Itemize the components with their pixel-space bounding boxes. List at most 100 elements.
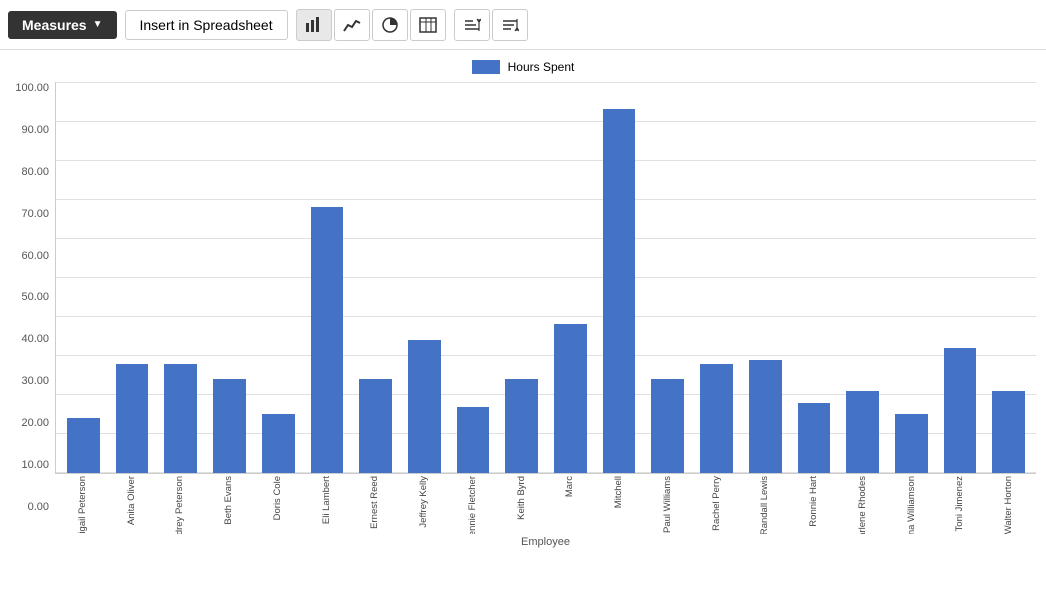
x-labels: Abigail Peterson Anita Oliver Audrey Peter… (55, 474, 1036, 534)
bar-col (450, 82, 497, 473)
x-label-text: Toni Jimenez (954, 476, 965, 531)
x-label-col: Audrey Peterson (157, 474, 204, 534)
sort-asc-button[interactable] (454, 9, 490, 41)
x-label-col: Ronnie Hart (790, 474, 837, 534)
bar[interactable] (603, 109, 636, 473)
y-axis-label: 0.00 (28, 501, 49, 513)
bar-col (596, 82, 643, 473)
bar[interactable] (116, 364, 149, 473)
bars-wrapper (56, 82, 1036, 473)
x-label-text: Abigail Peterson (77, 476, 88, 534)
sort-desc-button[interactable] (492, 9, 528, 41)
x-label-text: Beth Evans (223, 476, 234, 525)
x-label-col: Anita Oliver (108, 474, 155, 534)
bar[interactable] (846, 391, 879, 473)
bar[interactable] (895, 414, 928, 473)
measures-button[interactable]: Measures ▼ (8, 11, 117, 39)
x-label-text: Jeffrey Kelly (418, 476, 429, 528)
x-label-text: Doris Cole (272, 476, 283, 520)
bar-col (304, 82, 351, 473)
x-label-col: Toni Jimenez (937, 474, 984, 534)
sort-group (454, 9, 528, 41)
bar[interactable] (67, 418, 100, 473)
y-axis: 100.0090.0080.0070.0060.0050.0040.0030.0… (10, 82, 55, 548)
bar-col (888, 82, 935, 473)
chart-inner: 100.0090.0080.0070.0060.0050.0040.0030.0… (10, 82, 1036, 548)
bar[interactable] (408, 340, 441, 473)
bar-col (255, 82, 302, 473)
bar-chart-button[interactable] (296, 9, 332, 41)
bar[interactable] (457, 407, 490, 473)
bar[interactable] (992, 391, 1025, 473)
bar-col (352, 82, 399, 473)
legend-label: Hours Spent (508, 60, 575, 74)
chart-body: Abigail Peterson Anita Oliver Audrey Peter… (55, 82, 1036, 548)
x-label-text: Tina Williamson (906, 476, 917, 534)
bar-col (693, 82, 740, 473)
x-label-text: Anita Oliver (126, 476, 137, 525)
x-label-text: Jennie Fletcher (467, 476, 478, 534)
x-label-text: Sharlene Rhodes (857, 476, 868, 534)
y-axis-label: 10.00 (21, 459, 49, 471)
bar-col (985, 82, 1032, 473)
bar[interactable] (164, 364, 197, 473)
x-label-text: Rachel Perry (711, 476, 722, 531)
bar[interactable] (651, 379, 684, 473)
x-label-text: Audrey Peterson (174, 476, 185, 534)
x-label-text: Mitchell (613, 476, 624, 508)
bar[interactable] (505, 379, 538, 473)
x-label-col: Abigail Peterson (59, 474, 106, 534)
table-button[interactable] (410, 9, 446, 41)
bar[interactable] (749, 360, 782, 473)
y-axis-label: 20.00 (21, 417, 49, 429)
y-axis-label: 50.00 (21, 291, 49, 303)
bar[interactable] (359, 379, 392, 473)
chart-container: Hours Spent 100.0090.0080.0070.0060.0050… (0, 50, 1046, 616)
insert-spreadsheet-button[interactable]: Insert in Spreadsheet (125, 10, 288, 40)
bar-col (791, 82, 838, 473)
bar-col (547, 82, 594, 473)
bar-col (742, 82, 789, 473)
bar-col (401, 82, 448, 473)
bar[interactable] (554, 324, 587, 473)
sort-asc-icon (463, 17, 481, 33)
y-axis-label: 80.00 (21, 166, 49, 178)
bar-col (60, 82, 107, 473)
bar-col (498, 82, 545, 473)
bar[interactable] (311, 207, 344, 473)
x-label-col: Mitchell (595, 474, 642, 534)
x-label-col: Marc (547, 474, 594, 534)
bar[interactable] (262, 414, 295, 473)
x-label-col: Eli Lambert (303, 474, 350, 534)
x-label-col: Doris Cole (254, 474, 301, 534)
bar-col (937, 82, 984, 473)
x-label-col: Randall Lewis (742, 474, 789, 534)
x-label-text: Ronnie Hart (808, 476, 819, 527)
bar[interactable] (798, 403, 831, 473)
legend-color-swatch (472, 60, 500, 74)
line-chart-button[interactable] (334, 9, 370, 41)
x-label-text: Eli Lambert (321, 476, 332, 524)
x-label-col: Walter Horton (985, 474, 1032, 534)
bar-col (206, 82, 253, 473)
bar[interactable] (944, 348, 977, 473)
bar[interactable] (700, 364, 733, 473)
x-label-col: Jeffrey Kelly (400, 474, 447, 534)
bar-col (157, 82, 204, 473)
bar-col (644, 82, 691, 473)
bar-chart-icon (305, 17, 323, 33)
pie-chart-button[interactable] (372, 9, 408, 41)
bars-area (55, 82, 1036, 474)
x-label-col: Ernest Reed (352, 474, 399, 534)
y-axis-label: 90.00 (21, 124, 49, 136)
x-label-col: Keith Byrd (498, 474, 545, 534)
insert-label: Insert in Spreadsheet (140, 17, 273, 33)
x-label-col: Beth Evans (205, 474, 252, 534)
toolbar: Measures ▼ Insert in Spreadsheet (0, 0, 1046, 50)
chart-legend: Hours Spent (10, 60, 1036, 74)
x-label-text: Randall Lewis (759, 476, 770, 534)
bar[interactable] (213, 379, 246, 473)
x-label-text: Ernest Reed (369, 476, 380, 529)
measures-dropdown-arrow: ▼ (93, 19, 103, 30)
bar-col (109, 82, 156, 473)
